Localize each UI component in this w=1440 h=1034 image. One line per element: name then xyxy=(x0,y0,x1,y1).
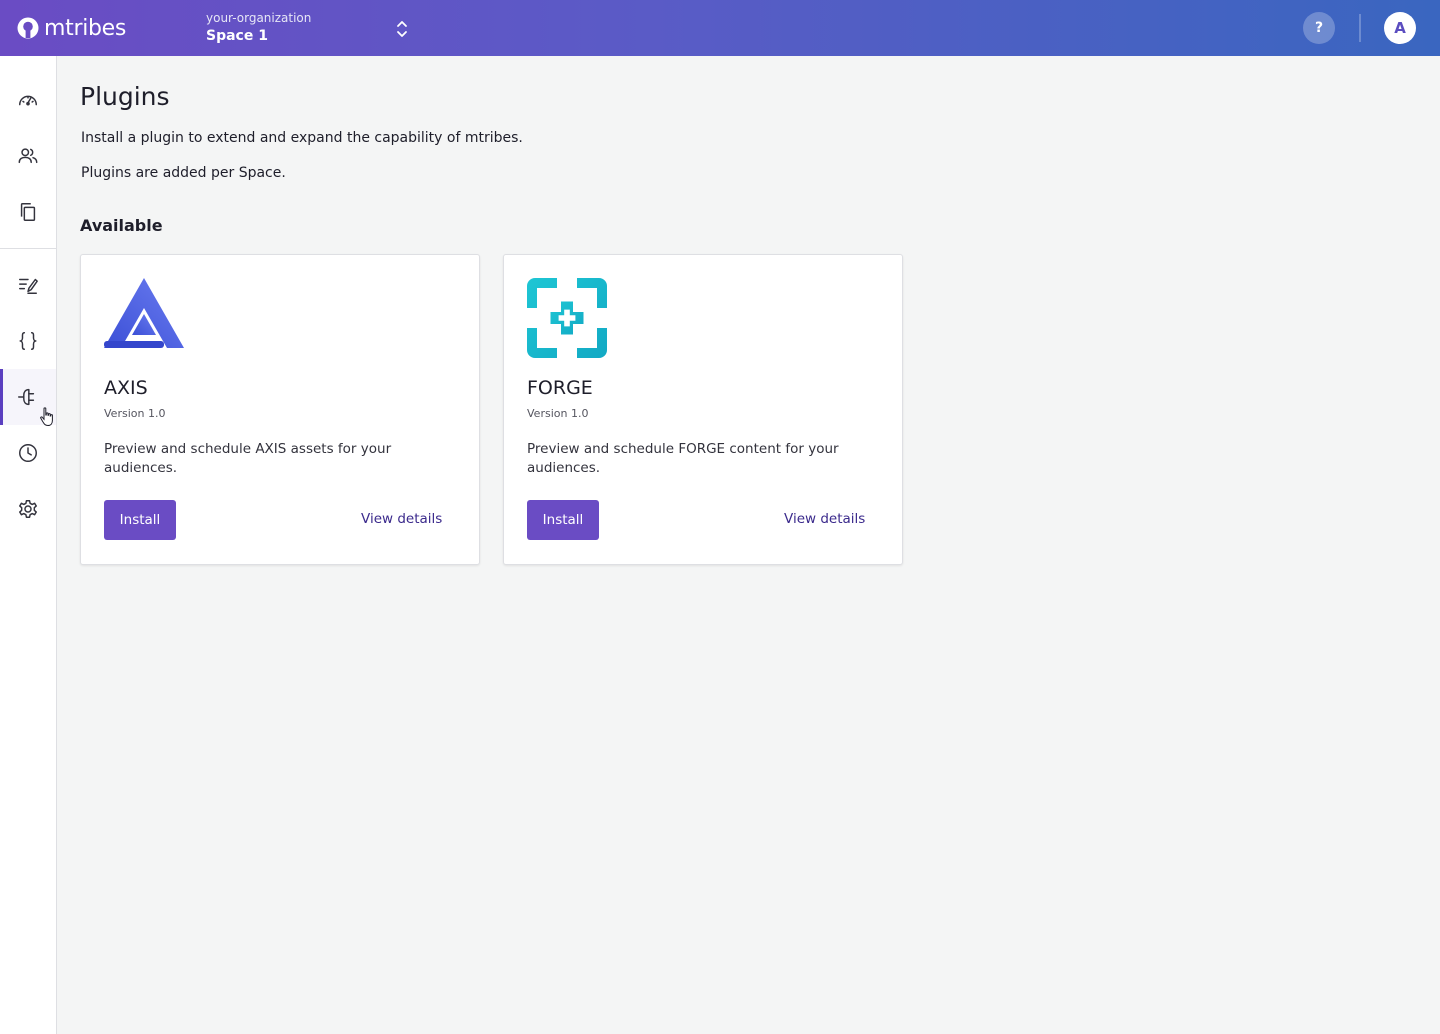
top-header: mtribes your-organization Space 1 ? A xyxy=(0,0,1440,56)
mtribes-logo-icon xyxy=(17,17,39,39)
sidebar-item-settings[interactable] xyxy=(0,481,56,537)
plugin-version: Version 1.0 xyxy=(104,407,166,420)
mouse-pointer-hand-icon xyxy=(40,407,53,427)
copy-icon xyxy=(20,203,36,221)
header-divider xyxy=(1359,14,1361,42)
plugin-name: FORGE xyxy=(527,377,593,399)
help-button[interactable]: ? xyxy=(1303,12,1335,44)
space-name: Space 1 xyxy=(206,28,268,44)
sidebar-item-scenarios[interactable] xyxy=(0,257,56,313)
settings-gear-icon xyxy=(19,500,37,518)
install-forge-button[interactable]: Install xyxy=(527,500,599,540)
edit-list-icon xyxy=(19,278,38,294)
brand-name: mtribes xyxy=(44,15,127,41)
plugin-description: Preview and schedule FORGE content for y… xyxy=(527,441,839,476)
code-braces-icon xyxy=(19,332,37,350)
sidebar-item-history[interactable] xyxy=(0,425,56,481)
organization-name: your-organization xyxy=(206,11,312,25)
sidebar-divider xyxy=(0,248,56,249)
page-description: Install a plugin to extend and expand th… xyxy=(81,130,523,146)
sidebar-item-audiences[interactable] xyxy=(0,128,56,184)
plugin-name: AXIS xyxy=(104,377,148,399)
page-note: Plugins are added per Space. xyxy=(81,165,286,181)
chevron-up-down-icon xyxy=(397,21,407,37)
plugin-description: Preview and schedule AXIS assets for you… xyxy=(104,441,392,476)
page-title: Plugins xyxy=(80,82,170,111)
clock-history-icon xyxy=(19,444,37,462)
axis-triangle-logo-icon xyxy=(104,278,184,348)
plugin-card-axis: AXIS Version 1.0 Preview and schedule AX… xyxy=(80,254,480,565)
sidebar-nav xyxy=(0,56,57,1034)
brand-logo[interactable]: mtribes xyxy=(16,13,126,43)
users-icon xyxy=(18,148,38,164)
forge-plus-logo-icon xyxy=(527,278,607,358)
plugin-version: Version 1.0 xyxy=(527,407,589,420)
sidebar-item-code[interactable] xyxy=(0,313,56,369)
dashboard-gauge-icon xyxy=(19,95,37,106)
plugin-card-forge: FORGE Version 1.0 Preview and schedule F… xyxy=(503,254,903,565)
available-section-title: Available xyxy=(80,216,163,235)
user-avatar[interactable]: A xyxy=(1384,12,1416,44)
install-axis-button[interactable]: Install xyxy=(104,500,176,540)
sidebar-item-dashboard[interactable] xyxy=(0,72,56,128)
view-details-forge-link[interactable]: View details xyxy=(784,511,865,527)
plugin-plug-icon xyxy=(17,388,34,406)
space-switcher[interactable]: your-organization Space 1 xyxy=(206,10,416,48)
view-details-axis-link[interactable]: View details xyxy=(361,511,442,527)
sidebar-item-collections[interactable] xyxy=(0,184,56,240)
